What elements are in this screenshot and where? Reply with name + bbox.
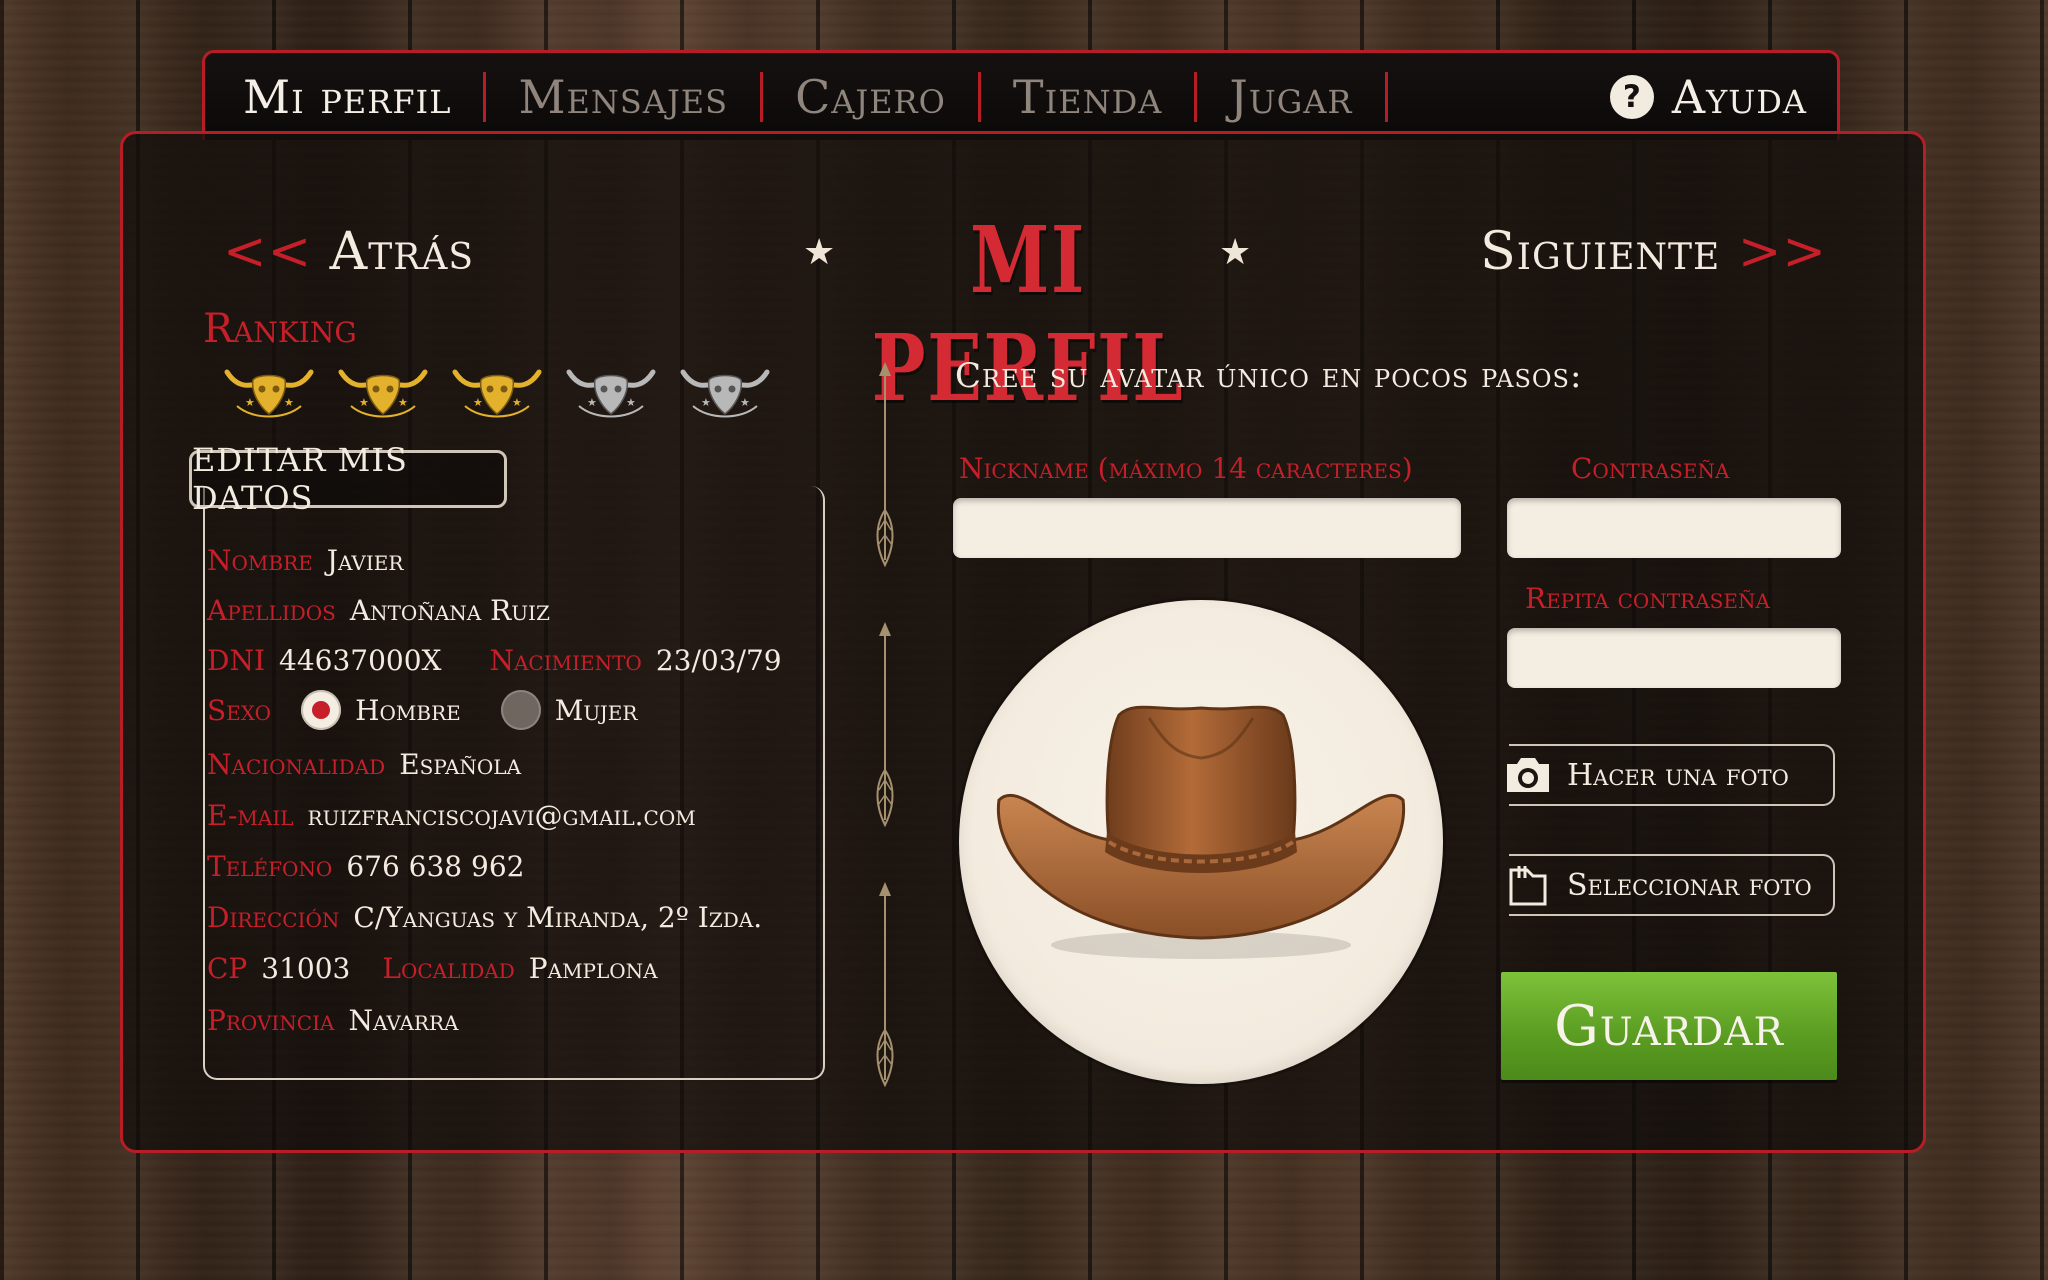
row-nacionalidad: Nacionalidad Española (207, 748, 521, 781)
nickname-label: Nickname (máximo 14 caracteres) (959, 452, 1413, 485)
row-email: E-mail ruizfranciscojavi@gmail.com (207, 799, 696, 832)
nacimiento-value: 23/03/79 (655, 644, 782, 677)
cowboy-hat-icon (996, 705, 1406, 959)
direccion-label: Dirección (207, 901, 340, 934)
row-apellidos: Apellidos Antoñana Ruiz (207, 594, 550, 627)
save-button[interactable]: Guardar (1501, 972, 1837, 1080)
localidad-label: Localidad (382, 952, 515, 985)
next-button[interactable]: Siguiente >> (1480, 222, 1827, 282)
row-telefono: Teléfono 676 638 962 (207, 850, 524, 883)
apellidos-label: Apellidos (207, 594, 336, 627)
arrow-decoration-icon (876, 622, 894, 828)
dni-value: 44637000X (279, 644, 442, 677)
bull-skull-icon: ★ ★ (452, 369, 542, 418)
ranking-label: Ranking (203, 306, 357, 352)
take-photo-label: Hacer una foto (1567, 757, 1789, 793)
email-label: E-mail (207, 799, 294, 832)
bull-skull-icon: ★ ★ (566, 369, 656, 418)
back-button[interactable]: << Atrás (223, 222, 474, 282)
help-label: Ayuda (1671, 69, 1807, 124)
back-label: Atrás (329, 222, 475, 282)
help-button[interactable]: ? Ayuda (1609, 69, 1807, 124)
telefono-value: 676 638 962 (346, 850, 525, 883)
sexo-label: Sexo (207, 693, 272, 727)
help-icon: ? (1609, 74, 1654, 119)
row-cp-localidad: CP 31003 Localidad Pamplona (207, 952, 658, 985)
nav-item-cajero[interactable]: Cajero (763, 70, 978, 124)
star-icon: ★ (1219, 232, 1252, 273)
top-nav: Mi perfil Mensajes Cajero Tienda Jugar ?… (202, 50, 1840, 140)
dni-label: DNI (207, 644, 266, 677)
camera-icon (1507, 758, 1549, 792)
repeat-password-label: Repita contraseña (1525, 582, 1770, 615)
svg-text:★: ★ (284, 396, 294, 409)
nav-item-mi-perfil[interactable]: Mi perfil (243, 70, 483, 124)
svg-text:★: ★ (512, 396, 522, 409)
nickname-input[interactable] (953, 498, 1461, 558)
profile-panel: << Atrás ★ MI PERFIL ★ Siguiente >> Rank… (120, 131, 1926, 1153)
hombre-label: Hombre (355, 693, 461, 727)
back-arrow-icon: << (223, 222, 313, 282)
repeat-password-input[interactable] (1507, 628, 1841, 688)
nav-item-tienda[interactable]: Tienda (981, 70, 1194, 124)
select-photo-label: Seleccionar foto (1567, 867, 1812, 903)
password-input[interactable] (1507, 498, 1841, 558)
mujer-label: Mujer (554, 693, 638, 727)
nav-item-jugar[interactable]: Jugar (1197, 70, 1384, 124)
nacionalidad-label: Nacionalidad (207, 748, 386, 781)
bull-skull-icon: ★ ★ (338, 369, 428, 418)
arrow-decoration-icon (876, 362, 894, 568)
avatar-subtitle: Cree su avatar único en pocos pasos: (955, 356, 1583, 396)
svg-text:★: ★ (473, 396, 483, 409)
email-value: ruizfranciscojavi@gmail.com (307, 799, 696, 832)
nombre-value: Javier (326, 544, 404, 577)
folder-icon (1509, 866, 1547, 906)
apellidos-value: Antoñana Ruiz (349, 594, 550, 627)
star-icon: ★ (803, 232, 836, 273)
bull-skull-icon: ★ ★ (224, 369, 314, 418)
ranking-skulls: ★ ★ ★ ★ ★ ★ ★ ★ ★ ★ (223, 362, 771, 424)
svg-text:★: ★ (740, 396, 750, 409)
next-arrow-icon: >> (1737, 222, 1827, 282)
row-provincia: Provincia Navarra (207, 1004, 458, 1037)
radio-hombre[interactable] (301, 690, 342, 730)
row-direccion: Dirección C/Yanguas y Miranda, 2º Izda. (207, 901, 762, 934)
row-sexo: Sexo Hombre Mujer (207, 690, 637, 730)
svg-text:★: ★ (701, 396, 711, 409)
row-dni-nacimiento: DNI 44637000X Nacimiento 23/03/79 (207, 644, 782, 677)
bull-skull-icon: ★ ★ (680, 369, 770, 418)
nombre-label: Nombre (207, 544, 313, 577)
avatar-preview (959, 600, 1443, 1084)
svg-text:★: ★ (359, 396, 369, 409)
nacionalidad-value: Española (399, 748, 522, 781)
nacimiento-label: Nacimiento (489, 644, 642, 677)
select-photo-button[interactable]: Seleccionar foto (1509, 854, 1835, 916)
nav-separator (1384, 71, 1388, 122)
localidad-value: Pamplona (528, 952, 658, 985)
telefono-label: Teléfono (207, 850, 333, 883)
svg-text:★: ★ (245, 396, 255, 409)
cp-label: CP (207, 952, 248, 985)
svg-text:★: ★ (587, 396, 597, 409)
svg-text:★: ★ (398, 396, 408, 409)
take-photo-button[interactable]: Hacer una foto (1507, 744, 1835, 806)
cp-value: 31003 (261, 952, 351, 985)
provincia-value: Navarra (348, 1004, 459, 1037)
edit-data-button[interactable]: EDITAR MIS DATOS (189, 441, 507, 517)
provincia-label: Provincia (207, 1004, 335, 1037)
svg-text:★: ★ (626, 396, 636, 409)
arrow-decoration-icon (876, 882, 894, 1088)
next-label: Siguiente (1480, 222, 1721, 282)
nav-item-mensajes[interactable]: Mensajes (486, 70, 760, 124)
row-nombre: Nombre Javier (207, 544, 403, 577)
radio-mujer[interactable] (500, 690, 541, 730)
direccion-value: C/Yanguas y Miranda, 2º Izda. (353, 901, 763, 934)
password-label: Contraseña (1571, 452, 1730, 485)
